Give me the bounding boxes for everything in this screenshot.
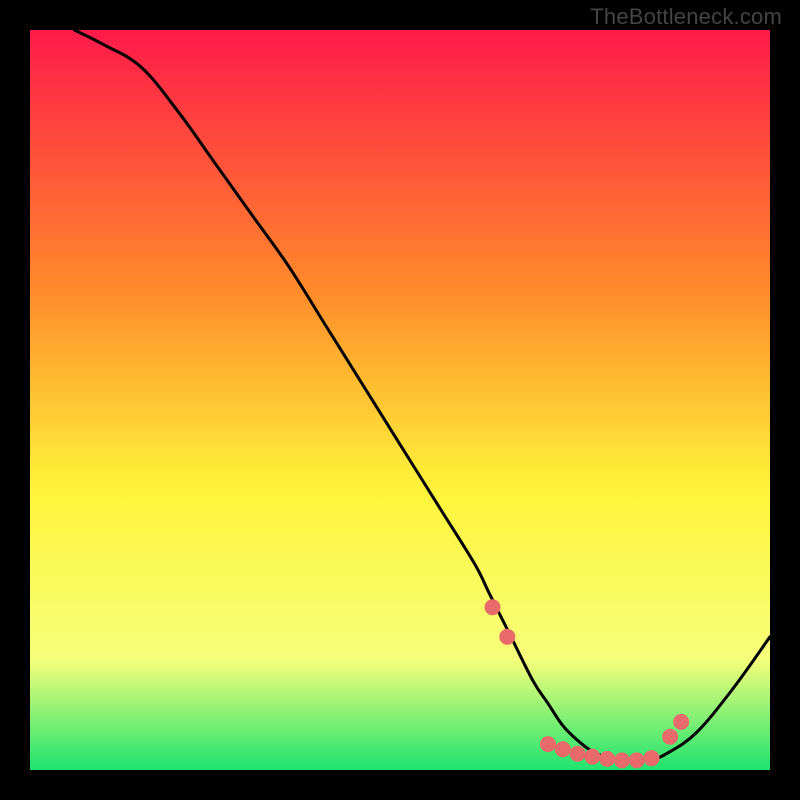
watermark-text: TheBottleneck.com [590, 4, 782, 30]
highlight-dot [599, 751, 615, 767]
highlight-dot [644, 750, 660, 766]
highlight-dot [629, 752, 645, 768]
chart-svg [30, 30, 770, 770]
highlight-dot [540, 736, 556, 752]
chart-canvas [30, 30, 770, 770]
highlight-dot [614, 752, 630, 768]
highlight-dot [584, 749, 600, 765]
highlight-dot [673, 714, 689, 730]
highlight-dot [662, 729, 678, 745]
highlight-dot [499, 629, 515, 645]
highlight-dot [570, 746, 586, 762]
highlight-dot [485, 599, 501, 615]
gradient-background [30, 30, 770, 770]
highlight-dot [555, 741, 571, 757]
